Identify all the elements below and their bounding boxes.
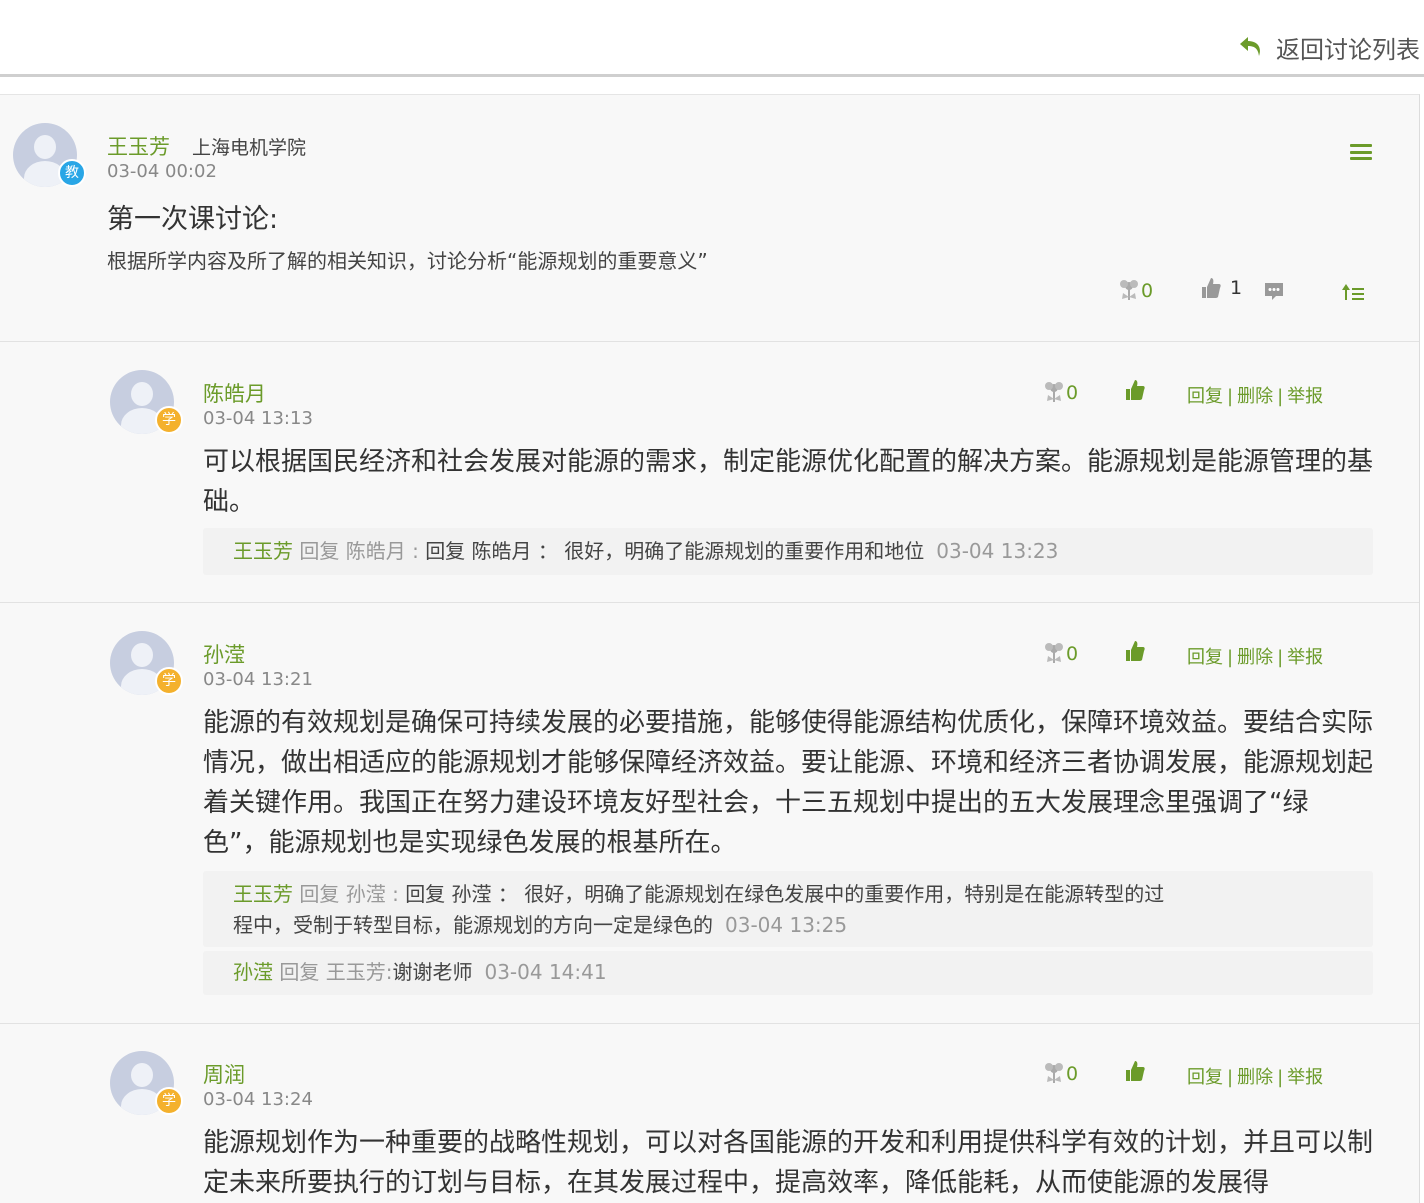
- return-arrow-icon: [1240, 36, 1260, 56]
- divider: [0, 602, 1419, 603]
- menu-icon[interactable]: [1350, 144, 1372, 160]
- flower-icon: [1045, 382, 1063, 402]
- top-bar: 返回讨论列表: [0, 0, 1424, 77]
- divider: [0, 341, 1419, 342]
- comment-time: 03-04 13:24: [203, 1089, 313, 1110]
- sort-icon: [1342, 284, 1364, 300]
- comment-flower-button[interactable]: 0: [1043, 1062, 1078, 1086]
- comment-flower-count: 0: [1066, 382, 1079, 404]
- delete-link[interactable]: 删除: [1237, 1067, 1273, 1088]
- comment-author[interactable]: 孙滢: [203, 639, 245, 669]
- comment-actions: 回复 | 删除 | 举报: [1187, 1067, 1324, 1088]
- comment-like-button[interactable]: [1124, 378, 1146, 402]
- reply-time: 03-04 13:23: [936, 539, 1059, 563]
- flower-icon: [1120, 280, 1138, 300]
- comment-content: 能源的有效规划是确保可持续发展的必要措施，能够使得能源结构优质化，保障环境效益。…: [203, 708, 1374, 858]
- delete-link[interactable]: 删除: [1237, 647, 1273, 668]
- student-badge: 学: [155, 1087, 183, 1115]
- comment-like-button[interactable]: [1124, 639, 1146, 663]
- reply-text: 回复 陈皓月 ： 很好，明确了能源规划的重要作用和地位: [425, 539, 925, 563]
- reply-author[interactable]: 王玉芳: [233, 882, 293, 906]
- comment-time: 03-04 13:21: [203, 669, 313, 690]
- thumbs-up-icon: [1126, 641, 1145, 661]
- comment-content: 可以根据国民经济和社会发展对能源的需求，制定能源优化配置的解决方案。能源规划是能…: [203, 447, 1374, 517]
- back-to-list-label: 返回讨论列表: [1276, 36, 1420, 64]
- delete-link[interactable]: 删除: [1237, 386, 1273, 407]
- comment-author[interactable]: 周润: [203, 1059, 245, 1089]
- comment-flower-count: 0: [1066, 1063, 1079, 1085]
- topic-time: 03-04 00:02: [107, 161, 217, 182]
- teacher-badge: 教: [58, 159, 86, 187]
- reply-link[interactable]: 回复: [1187, 647, 1223, 668]
- comment-flower-button[interactable]: 0: [1043, 642, 1078, 666]
- thumbs-up-icon: [1126, 1061, 1145, 1081]
- reply-text: 谢谢老师: [392, 960, 473, 984]
- reply-link[interactable]: 回复: [1187, 386, 1223, 407]
- comment-icon: [1265, 283, 1283, 300]
- topic-author[interactable]: 王玉芳: [107, 131, 170, 161]
- report-link[interactable]: 举报: [1287, 1067, 1323, 1088]
- student-badge: 学: [155, 406, 183, 434]
- back-to-list-link[interactable]: 返回讨论列表: [1238, 30, 1420, 65]
- comment-author[interactable]: 陈皓月: [203, 378, 266, 408]
- topic-title: 第一次课讨论:: [107, 204, 279, 235]
- report-link[interactable]: 举报: [1287, 386, 1323, 407]
- reply-time: 03-04 13:25: [725, 913, 848, 937]
- topic-sort-button[interactable]: [1341, 282, 1365, 302]
- student-badge: 学: [155, 667, 183, 695]
- report-link[interactable]: 举报: [1287, 647, 1323, 668]
- topic-comment-button[interactable]: [1263, 280, 1285, 302]
- comment-flower-button[interactable]: 0: [1043, 381, 1078, 405]
- topic-description: 根据所学内容及所了解的相关知识，讨论分析“能源规划的重要意义”: [107, 249, 708, 273]
- comment-actions: 回复 | 删除 | 举报: [1187, 647, 1324, 668]
- discussion-panel: 教 王玉芳 上海电机学院 03-04 00:02 第一次课讨论: 根据所学内容及…: [0, 94, 1420, 1203]
- reply-item: 孙滢 回复 王玉芳:谢谢老师 03-04 14:41: [203, 951, 1373, 995]
- comment-like-button[interactable]: [1124, 1059, 1146, 1083]
- thumbs-up-icon: [1202, 278, 1221, 298]
- topic-school: 上海电机学院: [192, 137, 307, 159]
- divider: [0, 1023, 1419, 1024]
- comment-time: 03-04 13:13: [203, 408, 313, 429]
- topic-like-button[interactable]: 1: [1200, 276, 1242, 300]
- reply-author[interactable]: 王玉芳: [233, 539, 293, 563]
- reply-item: 王玉芳 回复 陈皓月 : 回复 陈皓月 ： 很好，明确了能源规划的重要作用和地位…: [203, 528, 1373, 575]
- topic-like-count: 1: [1230, 277, 1243, 299]
- topic-flower-count: 0: [1141, 280, 1154, 302]
- flower-icon: [1045, 1063, 1063, 1083]
- comment-content: 能源规划作为一种重要的战略性规划，可以对各国能源的开发和利用提供科学有效的计划，…: [203, 1128, 1374, 1198]
- reply-author[interactable]: 孙滢: [233, 960, 273, 984]
- reply-link[interactable]: 回复: [1187, 1067, 1223, 1088]
- reply-time: 03-04 14:41: [484, 960, 607, 984]
- comment-actions: 回复 | 删除 | 举报: [1187, 386, 1324, 407]
- comment-flower-count: 0: [1066, 643, 1079, 665]
- reply-item: 王玉芳 回复 孙滢 : 回复 孙滢 ： 很好，明确了能源规划在绿色发展中的重要作…: [203, 871, 1373, 947]
- thumbs-up-icon: [1126, 380, 1145, 400]
- flower-icon: [1045, 643, 1063, 663]
- topic-flower-button[interactable]: 0: [1118, 279, 1153, 303]
